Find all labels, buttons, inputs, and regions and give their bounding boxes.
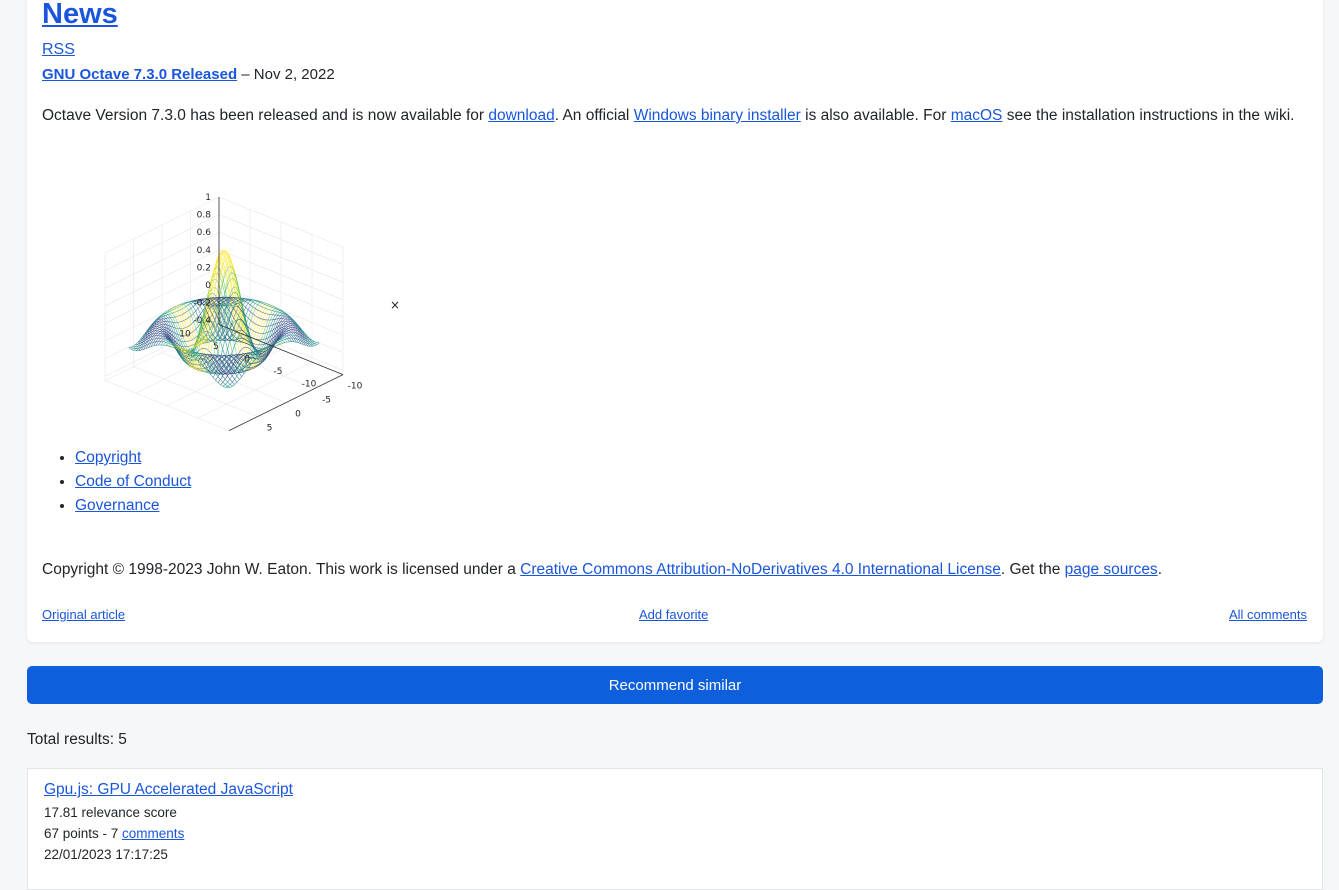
copyright-link[interactable]: Copyright <box>75 449 141 466</box>
x-tick-label: -10 <box>348 382 363 392</box>
add-favorite-link[interactable]: Add favorite <box>639 607 708 622</box>
close-icon[interactable]: × <box>390 298 400 312</box>
z-tick-label: 0.2 <box>197 263 211 273</box>
result-comments-link[interactable]: comments <box>122 826 184 841</box>
download-link[interactable]: download <box>488 107 554 124</box>
z-tick-label: -0.2 <box>193 299 211 309</box>
y-tick-label: 10 <box>179 330 191 340</box>
result-points: 67 points - 7 comments <box>44 826 184 841</box>
original-article-link[interactable]: Original article <box>42 607 125 622</box>
y-tick-label: -10 <box>302 380 317 390</box>
article-actions: Original article Add favorite All commen… <box>42 607 1307 625</box>
windows-installer-link[interactable]: Windows binary installer <box>634 107 801 124</box>
copyright-text-3: . <box>1157 561 1162 578</box>
footer-links-list: Copyright Code of Conduct Governance <box>42 446 191 518</box>
list-item: Code of Conduct <box>75 470 191 494</box>
y-tick-label: 0 <box>244 355 250 365</box>
z-tick-label: 0 <box>205 281 211 291</box>
recommend-similar-button[interactable]: Recommend similar <box>27 666 1323 704</box>
result-card: Gpu.js: GPU Accelerated JavaScript 17.81… <box>27 768 1323 890</box>
macos-link[interactable]: macOS <box>951 107 1003 124</box>
y-tick-label: -5 <box>274 367 283 377</box>
result-score: 17.81 relevance score <box>44 805 177 820</box>
octave-sombrero-plot: 10.80.60.40.20-0.2-0.41050-5-10-10-50510… <box>104 193 400 434</box>
news-heading[interactable]: News <box>42 0 118 30</box>
para-text-3: is also available. For <box>800 107 951 124</box>
para-text-1: Octave Version 7.3.0 has been released a… <box>42 107 489 124</box>
x-tick-label: -5 <box>322 396 331 406</box>
release-date: – Nov 2, 2022 <box>237 66 335 83</box>
plot-mesh <box>128 249 320 389</box>
rss-link[interactable]: RSS <box>42 41 75 59</box>
all-comments-link[interactable]: All comments <box>1229 607 1307 622</box>
release-link[interactable]: GNU Octave 7.3.0 Released <box>42 66 237 83</box>
para-text-2: . An official <box>554 107 634 124</box>
result-title-link[interactable]: Gpu.js: GPU Accelerated JavaScript <box>44 781 293 799</box>
result-date: 22/01/2023 17:17:25 <box>44 847 168 862</box>
total-results: Total results: 5 <box>27 731 127 748</box>
copyright-text-2: . Get the <box>1000 561 1065 578</box>
z-tick-label: 0.6 <box>197 228 212 238</box>
x-tick-label: 0 <box>295 410 301 420</box>
z-tick-label: 0.4 <box>197 246 212 256</box>
governance-link[interactable]: Governance <box>75 497 159 514</box>
page-sources-link[interactable]: page sources <box>1065 561 1158 578</box>
z-tick-label: -0.4 <box>193 316 211 326</box>
release-line: GNU Octave 7.3.0 Released – Nov 2, 2022 <box>42 65 335 85</box>
list-item: Governance <box>75 494 191 518</box>
release-paragraph: Octave Version 7.3.0 has been released a… <box>42 104 1302 128</box>
copyright-text-1: Copyright © 1998-2023 John W. Eaton. Thi… <box>42 561 521 578</box>
news-heading-link[interactable]: News <box>42 0 118 34</box>
z-tick-label: 1 <box>205 193 211 203</box>
y-tick-label: 5 <box>213 342 219 352</box>
para-text-4: see the installation instructions in the… <box>1002 107 1295 124</box>
copyright-notice: Copyright © 1998-2023 John W. Eaton. Thi… <box>42 559 1162 581</box>
z-tick-label: 0.8 <box>197 211 212 221</box>
list-item: Copyright <box>75 446 191 470</box>
result-points-text: 67 points - 7 <box>44 826 123 841</box>
license-link[interactable]: Creative Commons Attribution-NoDerivativ… <box>520 561 1001 578</box>
x-tick-label: 5 <box>267 424 273 434</box>
code-of-conduct-link[interactable]: Code of Conduct <box>75 473 191 490</box>
